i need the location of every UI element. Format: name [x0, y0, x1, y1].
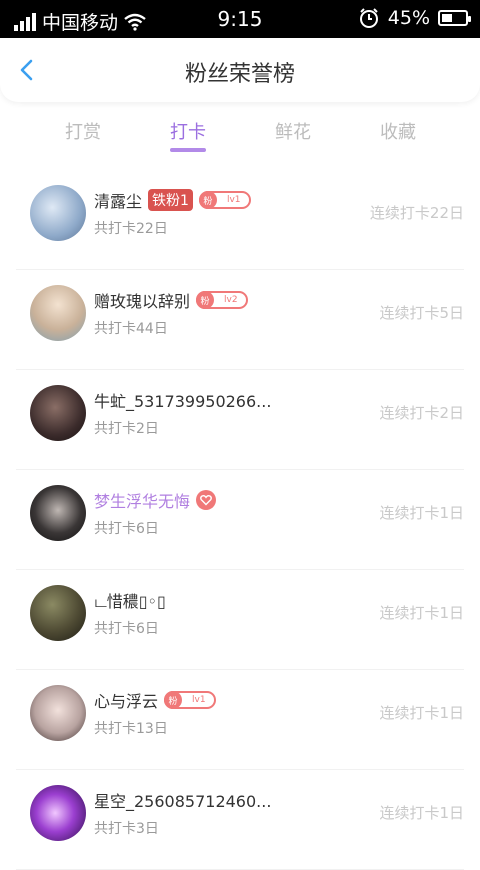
checkin-streak: 连续打卡1日	[379, 804, 464, 822]
iron-fan-badge: 铁粉1	[148, 189, 193, 211]
tab-flowers[interactable]: 鲜花	[253, 118, 333, 144]
avatar[interactable]	[30, 285, 86, 341]
avatar[interactable]	[30, 485, 86, 541]
fan-level-badge: 粉 lv2	[196, 291, 248, 309]
list-item[interactable]: 心与浮云 粉 lv1 共打卡13日 连续打卡1日	[16, 670, 464, 770]
avatar[interactable]	[30, 385, 86, 441]
total-checkin: 共打卡6日	[94, 521, 159, 537]
list-item[interactable]: 星空_256085712460... 共打卡3日 连续打卡1日	[16, 770, 464, 870]
status-bar: 中国移动 9:15 45%	[0, 0, 480, 38]
total-checkin: 共打卡2日	[94, 421, 159, 437]
active-tab-indicator	[170, 148, 206, 152]
user-name: 星空_256085712460...	[94, 792, 272, 811]
user-name: 心与浮云	[94, 692, 159, 711]
total-checkin: 共打卡6日	[94, 621, 159, 637]
user-name: 清露尘	[94, 192, 143, 211]
fan-level-badge: 粉 lv1	[198, 191, 251, 209]
total-checkin: 共打卡13日	[94, 721, 168, 737]
avatar[interactable]	[30, 185, 86, 241]
top-nav-bar: 粉丝荣誉榜	[0, 38, 480, 102]
checkin-streak: 连续打卡1日	[379, 704, 464, 722]
alarm-icon	[359, 8, 378, 28]
total-checkin: 共打卡44日	[94, 321, 168, 337]
tab-favorites[interactable]: 收藏	[358, 118, 438, 144]
user-name: 牛虻_531739950266...	[94, 392, 272, 411]
battery-percent: 45%	[387, 7, 430, 29]
list-item[interactable]: 清露尘 铁粉1 粉 lv1 共打卡22日 连续打卡22日	[16, 170, 464, 270]
tab-bar: 打赏 打卡 鲜花 收藏	[0, 112, 480, 162]
fan-ranking-list: 清露尘 铁粉1 粉 lv1 共打卡22日 连续打卡22日 赠玫瑰以辞别 粉 lv2 …	[0, 170, 480, 870]
fan-level-badge: 粉 lv1	[164, 691, 216, 709]
list-item[interactable]: 梦生浮华无悔 共打卡6日 连续打卡1日	[16, 470, 464, 570]
user-name: ட惜穠▯◦▯	[94, 592, 166, 611]
list-item[interactable]: 牛虻_531739950266... 共打卡2日 连续打卡2日	[16, 370, 464, 470]
avatar[interactable]	[30, 585, 86, 641]
user-name: 梦生浮华无悔	[94, 492, 191, 511]
checkin-streak: 连续打卡22日	[369, 204, 464, 222]
avatar[interactable]	[30, 785, 86, 841]
page-title: 粉丝荣誉榜	[184, 62, 295, 87]
total-checkin: 共打卡22日	[94, 221, 168, 237]
checkin-streak: 连续打卡1日	[379, 604, 464, 622]
list-item[interactable]: ட惜穠▯◦▯ 共打卡6日 连续打卡1日	[16, 570, 464, 670]
tab-checkin[interactable]: 打卡	[148, 118, 228, 144]
list-item[interactable]: 赠玫瑰以辞别 粉 lv2 共打卡44日 连续打卡5日	[16, 270, 464, 370]
tab-reward[interactable]: 打赏	[43, 118, 123, 144]
battery-icon	[438, 10, 471, 26]
checkin-streak: 连续打卡5日	[379, 304, 464, 322]
user-name: 赠玫瑰以辞别	[94, 292, 191, 311]
total-checkin: 共打卡3日	[94, 821, 159, 837]
avatar[interactable]	[30, 685, 86, 741]
checkin-streak: 连续打卡1日	[379, 504, 464, 522]
heart-badge-icon	[196, 490, 217, 510]
checkin-streak: 连续打卡2日	[379, 404, 464, 422]
